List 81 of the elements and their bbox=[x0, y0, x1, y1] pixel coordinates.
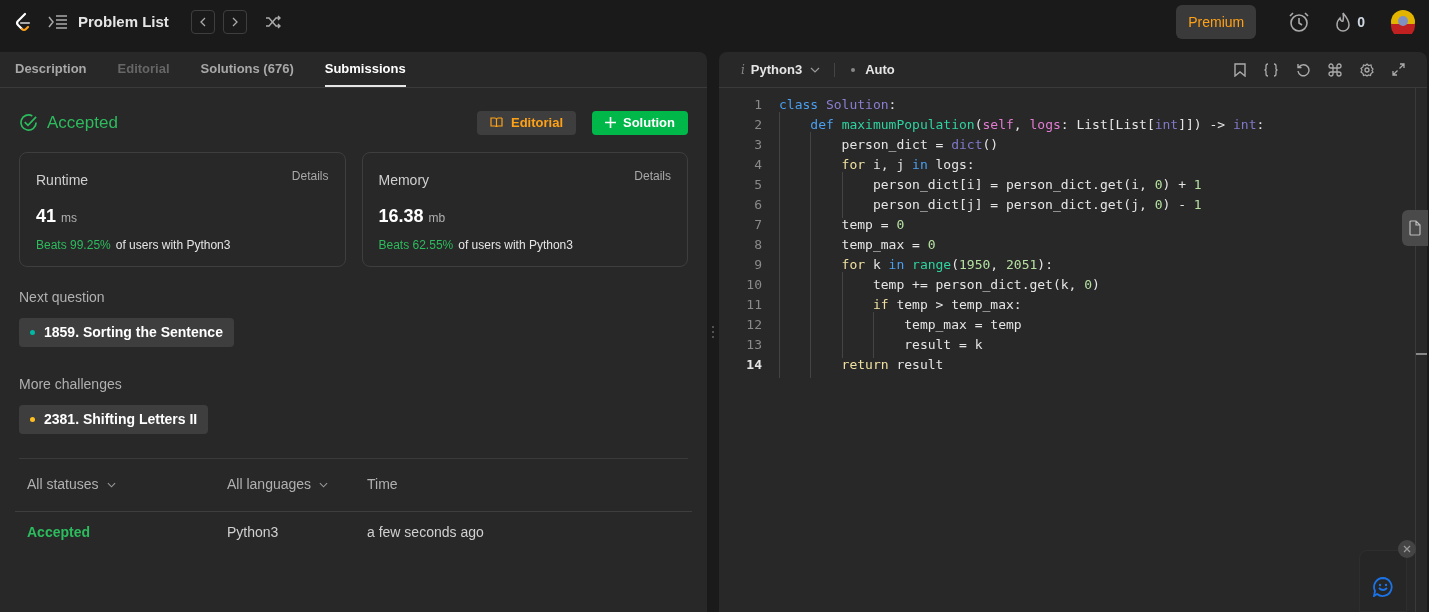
line-number: 2 bbox=[753, 116, 762, 135]
language-dropdown[interactable]: Python3 bbox=[750, 59, 821, 80]
chevron-right-icon bbox=[230, 17, 239, 27]
details-link[interactable]: Details bbox=[634, 166, 671, 191]
line-number: 6 bbox=[753, 196, 762, 215]
submission-row[interactable]: Accepted Python3 a few seconds ago bbox=[15, 511, 692, 554]
code-line: result = k bbox=[779, 335, 983, 355]
alarm-clock-icon[interactable] bbox=[1288, 11, 1311, 33]
book-icon bbox=[490, 117, 503, 129]
line-number: 8 bbox=[753, 236, 762, 255]
previous-button[interactable] bbox=[190, 10, 215, 34]
settings-icon[interactable] bbox=[1360, 62, 1374, 77]
section-heading: More challenges bbox=[19, 374, 123, 394]
code-line: class Solution: bbox=[779, 96, 897, 115]
beats-percentage: Beats 62.55% bbox=[378, 236, 454, 254]
line-number: 5 bbox=[753, 176, 762, 195]
stat-unit: mb bbox=[428, 209, 446, 227]
tab[interactable]: Submissions bbox=[324, 52, 406, 87]
info-icon: i bbox=[741, 60, 745, 79]
check-circle-icon bbox=[19, 113, 38, 133]
document-icon bbox=[1409, 220, 1421, 236]
section-heading: Next question bbox=[19, 287, 106, 307]
column-header: Time bbox=[367, 475, 399, 494]
line-number: 14 bbox=[745, 356, 762, 375]
feedback-widget[interactable] bbox=[1359, 550, 1407, 612]
stat-value: 41 bbox=[36, 204, 57, 228]
accepted-status: Accepted bbox=[47, 112, 118, 134]
line-number: 7 bbox=[753, 216, 762, 235]
dot-icon bbox=[851, 67, 856, 72]
line-number: 1 bbox=[753, 96, 762, 115]
filter-dropdown[interactable]: All statuses bbox=[27, 474, 116, 495]
tab[interactable]: Solutions (676) bbox=[200, 52, 294, 87]
notes-button[interactable] bbox=[1402, 210, 1428, 246]
problem-list-link[interactable]: Problem List bbox=[78, 10, 169, 34]
auto-mode-button[interactable]: Auto bbox=[851, 59, 895, 80]
editorial-button[interactable]: Editorial bbox=[477, 110, 576, 135]
chevron-down-icon bbox=[106, 481, 116, 488]
line-number: 10 bbox=[745, 276, 762, 295]
details-link[interactable]: Details bbox=[291, 166, 329, 191]
chat-smile-icon[interactable] bbox=[1373, 577, 1393, 597]
line-number: 3 bbox=[753, 136, 762, 155]
stat-title: Memory bbox=[378, 170, 430, 190]
close-icon[interactable] bbox=[1398, 540, 1416, 558]
filter-dropdown[interactable]: All languages bbox=[227, 474, 329, 495]
code-line: return result bbox=[779, 355, 944, 375]
stat-unit: ms bbox=[61, 209, 78, 227]
streak-count: 0 bbox=[1357, 12, 1365, 32]
status-cell: Accepted bbox=[27, 524, 91, 540]
next-button[interactable] bbox=[222, 10, 247, 34]
language-cell: Python3 bbox=[227, 524, 279, 540]
beats-percentage: Beats 99.25% bbox=[36, 236, 111, 254]
expand-icon[interactable] bbox=[1392, 63, 1405, 76]
avatar[interactable] bbox=[1391, 10, 1415, 34]
question-chip[interactable]: 1859. Sorting the Sentence bbox=[19, 317, 234, 347]
time-cell: a few seconds ago bbox=[367, 524, 484, 540]
shuffle-icon[interactable] bbox=[264, 15, 281, 29]
stat-title: Runtime bbox=[36, 170, 89, 190]
tab[interactable]: Description bbox=[15, 52, 87, 87]
list-icon[interactable] bbox=[48, 15, 68, 29]
beats-caption: of users with Python3 bbox=[115, 236, 231, 254]
line-number: 12 bbox=[745, 316, 762, 335]
bookmark-icon[interactable] bbox=[1234, 62, 1246, 77]
braces-icon[interactable] bbox=[1264, 62, 1278, 77]
line-number: 11 bbox=[745, 296, 762, 315]
resize-handle[interactable] bbox=[712, 325, 714, 339]
chevron-left-icon bbox=[198, 17, 207, 27]
command-icon[interactable] bbox=[1328, 62, 1342, 77]
chevron-down-icon bbox=[319, 481, 329, 488]
reset-icon[interactable] bbox=[1296, 62, 1310, 77]
question-chip[interactable]: 2381. Shifting Letters II bbox=[19, 404, 209, 434]
premium-button[interactable]: Premium bbox=[1176, 5, 1257, 39]
chevron-down-icon bbox=[810, 66, 821, 73]
line-number: 9 bbox=[753, 256, 762, 275]
flame-icon[interactable] bbox=[1335, 12, 1352, 32]
line-number: 13 bbox=[745, 336, 762, 355]
logo-icon[interactable] bbox=[14, 12, 32, 32]
line-number: 4 bbox=[753, 156, 762, 175]
stat-value: 16.38 bbox=[378, 204, 424, 228]
plus-icon bbox=[605, 117, 616, 129]
scrollbar-marker bbox=[1416, 353, 1427, 355]
beats-caption: of users with Python3 bbox=[458, 236, 573, 254]
